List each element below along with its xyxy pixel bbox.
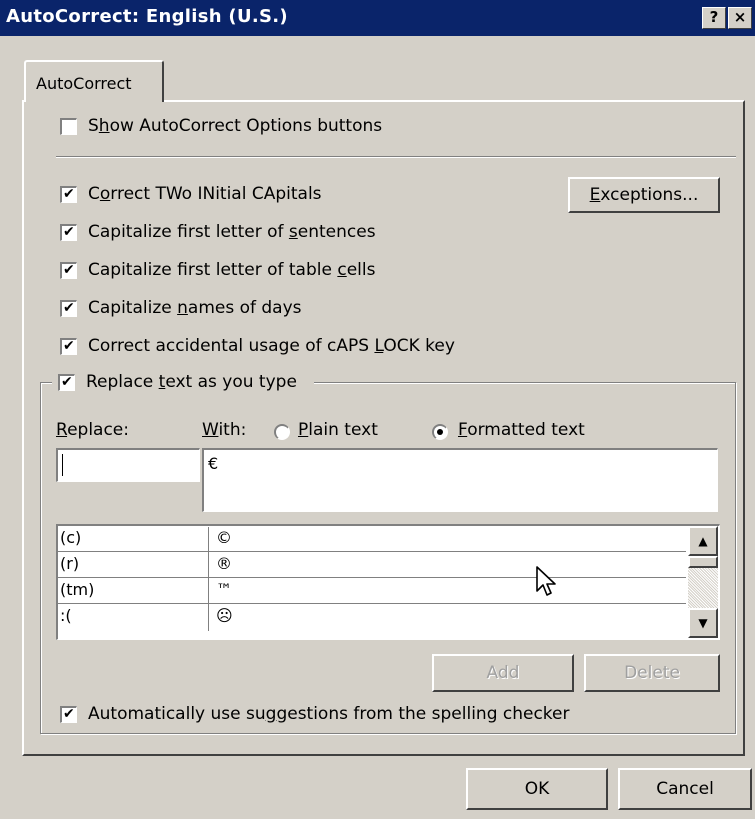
correct-two-initial-label[interactable]: Correct TWo INitial CApitals [88, 184, 322, 204]
capitalize-days-label[interactable]: Capitalize names of days [88, 298, 302, 318]
cancel-button[interactable]: Cancel [618, 768, 752, 810]
close-button[interactable]: × [728, 7, 752, 29]
caps-lock-label[interactable]: Correct accidental usage of cAPS LOCK ke… [88, 336, 455, 356]
plain-text-radio[interactable] [274, 424, 290, 440]
column-divider [208, 605, 209, 631]
scroll-track[interactable] [688, 568, 718, 608]
column-divider [208, 579, 209, 605]
check-icon: ✔ [63, 262, 75, 278]
tab-autocorrect[interactable]: AutoCorrect [24, 60, 164, 102]
list-item[interactable]: (tm) ™ [58, 578, 686, 605]
entry-replace: (c) [60, 528, 82, 547]
scroll-down-icon[interactable]: ▼ [688, 608, 718, 638]
window-title: AutoCorrect: English (U.S.) [6, 6, 288, 27]
add-button[interactable]: Add [432, 654, 574, 692]
formatted-text-label[interactable]: Formatted text [458, 420, 585, 440]
entries-list[interactable]: (c) © (r) ® (tm) ™ :( ☹ ▲ ▼ [56, 524, 720, 640]
separator [56, 156, 736, 158]
delete-button[interactable]: Delete [584, 654, 720, 692]
list-item[interactable]: (c) © [58, 526, 686, 553]
check-icon: ✔ [63, 224, 75, 240]
with-input[interactable]: € [202, 448, 718, 512]
capitalize-sentences-label[interactable]: Capitalize first letter of sentences [88, 222, 376, 242]
entry-with: ™ [216, 580, 232, 599]
capitalize-days-checkbox[interactable]: ✔ [60, 300, 77, 317]
caps-lock-checkbox[interactable]: ✔ [60, 338, 77, 355]
entry-replace: (r) [60, 554, 80, 573]
plain-text-label[interactable]: Plain text [298, 420, 378, 440]
replace-input[interactable] [56, 448, 200, 482]
mouse-cursor-icon [536, 566, 556, 596]
list-item[interactable]: :( ☹ [58, 604, 686, 631]
check-icon: ✔ [63, 186, 75, 202]
capitalize-table-cells-checkbox[interactable]: ✔ [60, 262, 77, 279]
tab-autocorrect-label: AutoCorrect [36, 74, 132, 93]
scroll-thumb[interactable] [688, 556, 718, 568]
column-divider [208, 527, 209, 553]
with-label: With: [202, 420, 247, 440]
title-bar[interactable]: AutoCorrect: English (U.S.) ? × [0, 0, 755, 36]
entry-replace: (tm) [60, 580, 95, 599]
check-icon: ✔ [63, 706, 75, 722]
list-scrollbar[interactable]: ▲ ▼ [688, 526, 718, 638]
with-input-value: € [208, 454, 219, 473]
scroll-up-icon[interactable]: ▲ [688, 526, 718, 556]
help-button[interactable]: ? [702, 7, 726, 29]
auto-suggestions-label[interactable]: Automatically use suggestions from the s… [88, 704, 570, 724]
show-options-buttons-label[interactable]: Show AutoCorrect Options buttons [88, 116, 382, 136]
ok-button[interactable]: OK [466, 768, 608, 810]
auto-suggestions-checkbox[interactable]: ✔ [60, 706, 77, 723]
replace-as-type-checkbox[interactable]: ✔ [58, 374, 75, 391]
text-caret [62, 454, 63, 476]
entry-with: ® [216, 554, 232, 573]
replace-as-type-label[interactable]: Replace text as you type [86, 372, 297, 392]
replace-label: Replace: [56, 420, 129, 440]
radio-dot [437, 429, 443, 435]
entry-replace: :( [60, 606, 72, 625]
check-icon: ✔ [61, 374, 73, 390]
exceptions-button[interactable]: Exceptions... [568, 177, 720, 213]
capitalize-table-cells-label[interactable]: Capitalize first letter of table cells [88, 260, 375, 280]
capitalize-sentences-checkbox[interactable]: ✔ [60, 224, 77, 241]
entry-with: ☹ [216, 606, 233, 625]
check-icon: ✔ [63, 300, 75, 316]
column-divider [208, 553, 209, 579]
entry-with: © [216, 528, 232, 547]
correct-two-initial-checkbox[interactable]: ✔ [60, 186, 77, 203]
formatted-text-radio[interactable] [432, 424, 448, 440]
check-icon: ✔ [63, 338, 75, 354]
list-item[interactable]: (r) ® [58, 552, 686, 579]
show-options-buttons-checkbox[interactable] [60, 118, 77, 135]
